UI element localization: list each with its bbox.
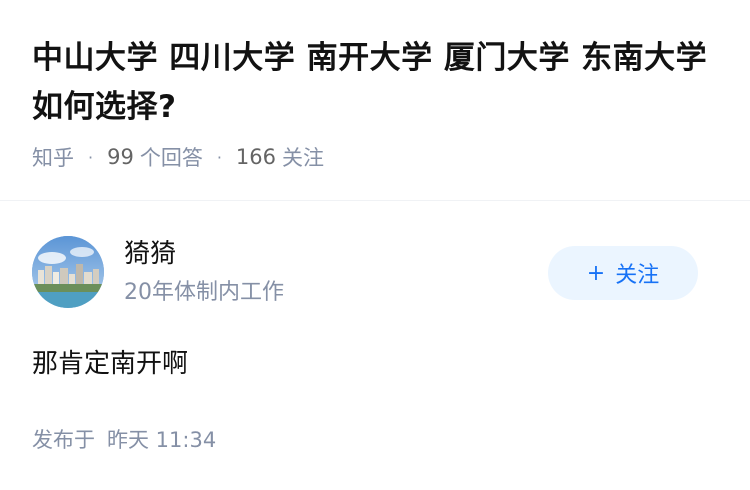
author-row: 猗猗 20年体制内工作 + 关注 bbox=[32, 236, 718, 308]
divider bbox=[0, 200, 750, 201]
answer-count: 99 bbox=[107, 145, 134, 169]
follow-button-label: 关注 bbox=[615, 263, 660, 288]
answer-content[interactable]: 那肯定南开啊 bbox=[32, 344, 718, 384]
source-label[interactable]: 知乎 bbox=[32, 142, 74, 172]
published-prefix: 发布于 bbox=[32, 428, 95, 452]
answer-count-label: 个回答 bbox=[139, 146, 203, 170]
author-name[interactable]: 猗猗 bbox=[124, 236, 176, 272]
question-header: 中山大学 四川大学 南开大学 厦门大学 东南大学如何选择? 知乎 · 99 个回… bbox=[32, 34, 722, 172]
question-title[interactable]: 中山大学 四川大学 南开大学 厦门大学 东南大学如何选择? bbox=[32, 34, 722, 132]
follow-count: 166 bbox=[235, 145, 277, 169]
answer-card: 猗猗 20年体制内工作 + 关注 那肯定南开啊 发布于 昨天 11:34 bbox=[32, 236, 718, 454]
published-time: 昨天 11:34 bbox=[107, 428, 217, 452]
answer-published-time: 发布于 昨天 11:34 bbox=[32, 424, 718, 454]
meta-separator: · bbox=[88, 147, 94, 167]
follow-button[interactable]: + 关注 bbox=[548, 246, 698, 300]
author-bio: 20年体制内工作 bbox=[124, 280, 284, 305]
plus-icon: + bbox=[586, 260, 606, 286]
follow-count-label: 关注 bbox=[282, 146, 325, 170]
question-meta: 知乎 · 99 个回答 · 166 关注 bbox=[32, 142, 722, 172]
avatar-photo-icon[interactable] bbox=[32, 236, 104, 308]
meta-separator: · bbox=[216, 147, 222, 167]
